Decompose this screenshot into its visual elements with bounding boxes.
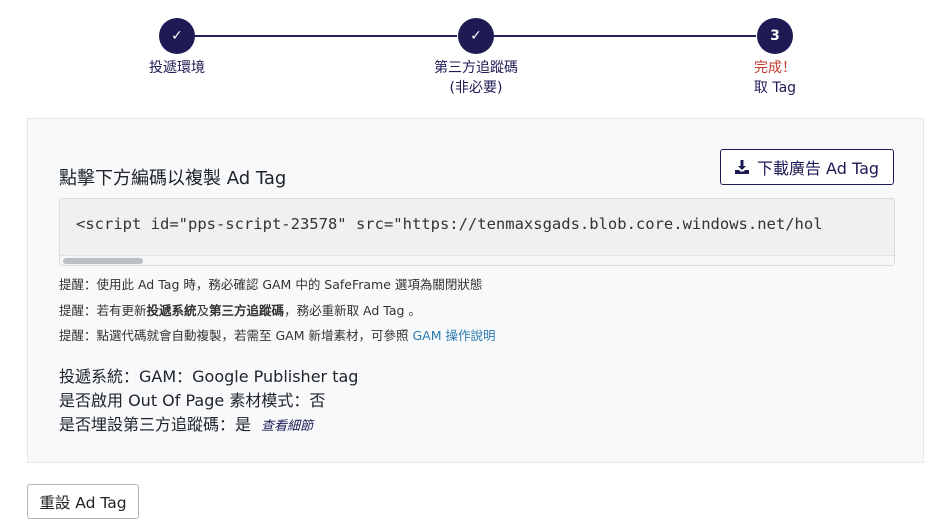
note-copy: 提醒：點選代碼就會自動複製，若需至 GAM 新增素材，可參照 GAM 操作說明 (59, 325, 495, 344)
step-1-label: 投遞環境 (87, 58, 267, 78)
note-3-prefix: 提醒：點選代碼就會自動複製，若需至 GAM 新增素材，可參照 (59, 328, 413, 343)
step-connector-2 (494, 35, 756, 37)
step-2-title: 第三方追蹤碼 (434, 60, 518, 76)
reset-ad-tag-button[interactable]: 重設 Ad Tag (27, 484, 139, 519)
step-3-subtitle: 取 Tag (753, 80, 797, 96)
step-3-number: 3 (757, 18, 793, 54)
step-3-title: 完成！ (754, 60, 796, 76)
progress-stepper: ✓ 投遞環境 ✓ 第三方追蹤碼 (非必要) 3 完成！ 取 Tag (0, 0, 931, 110)
ad-tag-code[interactable]: <script id="pps-script-23578" src="https… (76, 215, 823, 233)
view-details-link[interactable]: 查看細節 (261, 419, 313, 434)
step-1-check-icon: ✓ (159, 18, 195, 54)
note-2-bold-tracking: 第三方追蹤碼 (209, 303, 285, 318)
note-update: 提醒：若有更新投遞系統及第三方追蹤碼，務必重新取 Ad Tag 。 (59, 300, 421, 319)
step-connector-1 (195, 35, 457, 37)
note-2-mid: 及 (196, 303, 210, 318)
step-3-label: 完成！ 取 Tag (685, 58, 865, 98)
note-1-text: 提醒：使用此 Ad Tag 時，務必確認 GAM 中的 SafeFrame 選項… (59, 277, 483, 292)
code-scrollbar[interactable] (60, 255, 894, 265)
info-tracking: 是否埋設第三方追蹤碼：是 查看細節 (59, 411, 313, 435)
code-scrollbar-thumb[interactable] (63, 258, 143, 264)
gam-guide-link[interactable]: GAM 操作說明 (412, 328, 495, 343)
info-system: 投遞系統：GAM：Google Publisher tag (59, 367, 359, 386)
step-2-label: 第三方追蹤碼 (非必要) (386, 58, 566, 98)
step-1-title: 投遞環境 (149, 60, 205, 76)
step-2-check-icon: ✓ (458, 18, 494, 54)
download-icon (734, 160, 749, 174)
note-2-bold-system: 投遞系統 (146, 303, 197, 318)
note-2-suffix: ，務必重新取 Ad Tag 。 (284, 303, 421, 318)
note-2-prefix: 提醒：若有更新 (59, 303, 147, 318)
step-2-subtitle: (非必要) (449, 80, 503, 96)
info-out-of-page: 是否啟用 Out Of Page 素材模式：否 (59, 391, 326, 410)
download-button-label: 下載廣告 Ad Tag (756, 159, 880, 178)
panel-title: 點擊下方編碼以複製 Ad Tag (59, 168, 287, 189)
ad-tag-code-box[interactable]: <script id="pps-script-23578" src="https… (59, 198, 895, 266)
download-ad-tag-button[interactable]: 下載廣告 Ad Tag (720, 149, 894, 185)
note-safeframe: 提醒：使用此 Ad Tag 時，務必確認 GAM 中的 SafeFrame 選項… (59, 274, 482, 293)
info-tracking-text: 是否埋設第三方追蹤碼：是 (59, 415, 252, 434)
ad-tag-panel: 點擊下方編碼以複製 Ad Tag 下載廣告 Ad Tag <script id=… (27, 118, 924, 463)
